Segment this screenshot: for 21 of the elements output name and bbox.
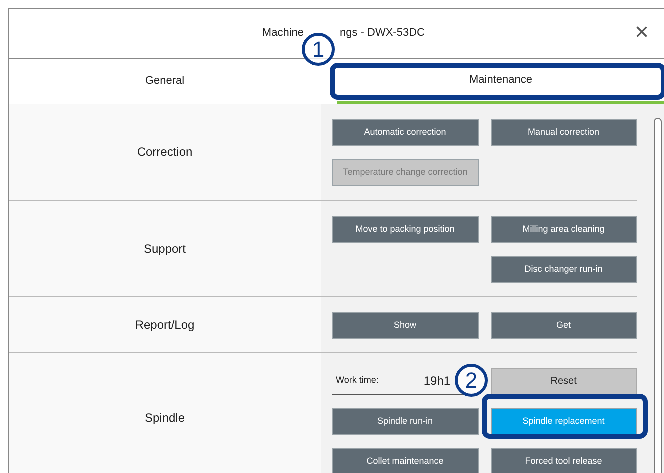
- action-button[interactable]: Forced tool release: [490, 448, 637, 473]
- section-label: Report/Log: [135, 316, 195, 334]
- field-label: Work time:: [336, 374, 379, 388]
- action-button[interactable]: Manual correction: [490, 119, 637, 146]
- action-button[interactable]: Milling area cleaning: [490, 216, 637, 243]
- section-label: Support: [144, 240, 186, 258]
- section-label: Spindle: [144, 410, 186, 426]
- field-value: 19h1: [424, 373, 451, 390]
- window-title: Machine: [262, 26, 304, 42]
- reset-button[interactable]: Reset: [490, 368, 637, 395]
- close-button[interactable]: ×: [630, 21, 654, 45]
- action-button[interactable]: Disc changer run-in: [490, 256, 637, 283]
- action-button[interactable]: Move to packing position: [332, 216, 478, 243]
- action-button[interactable]: Spindle run-in: [332, 408, 478, 435]
- window-title: ngs - DWX-53DC: [340, 26, 425, 42]
- section-label: Correction: [137, 144, 193, 161]
- action-button[interactable]: Get: [490, 312, 637, 339]
- action-button[interactable]: Automatic correction: [332, 119, 478, 146]
- action-button[interactable]: Show: [332, 312, 478, 339]
- action-button[interactable]: Spindle replacement: [490, 408, 637, 435]
- action-button[interactable]: Collet maintenance: [332, 448, 478, 473]
